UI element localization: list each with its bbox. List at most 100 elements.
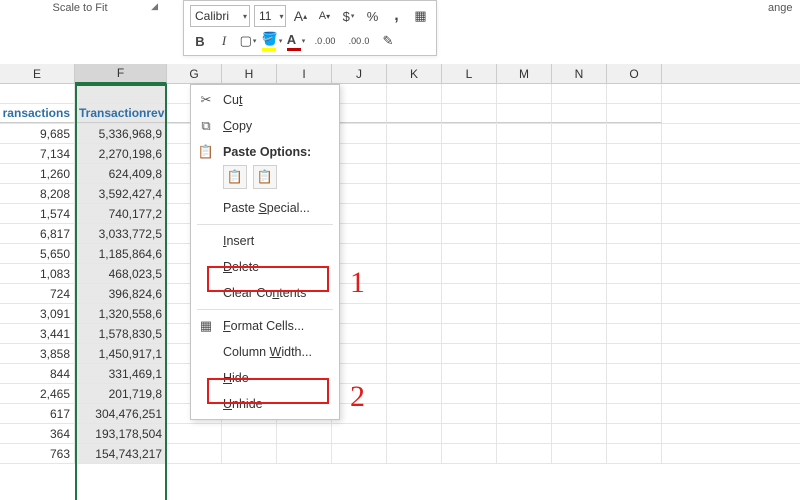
- cell[interactable]: [552, 304, 607, 323]
- cell[interactable]: [442, 224, 497, 243]
- cell[interactable]: [222, 424, 277, 443]
- cell[interactable]: [442, 324, 497, 343]
- cell[interactable]: 740,177,2: [75, 204, 167, 223]
- cell[interactable]: [552, 444, 607, 463]
- col-header-E[interactable]: E: [0, 64, 75, 83]
- cell[interactable]: [497, 444, 552, 463]
- cell[interactable]: [497, 184, 552, 203]
- menu-copy[interactable]: ⧉ Copy: [191, 113, 339, 139]
- spreadsheet-grid[interactable]: E F G H I J K L M N O ransactionsTransac…: [0, 64, 800, 500]
- cell[interactable]: 396,824,6: [75, 284, 167, 303]
- cell[interactable]: [442, 164, 497, 183]
- cell[interactable]: 5,650: [0, 244, 75, 263]
- cell[interactable]: 2,270,198,6: [75, 144, 167, 163]
- cell[interactable]: 624,409,8: [75, 164, 167, 183]
- cell[interactable]: [552, 184, 607, 203]
- cell[interactable]: [497, 204, 552, 223]
- cell[interactable]: 8,208: [0, 184, 75, 203]
- cell[interactable]: [387, 344, 442, 363]
- cell[interactable]: [497, 244, 552, 263]
- cell[interactable]: 9,685: [0, 124, 75, 143]
- cell[interactable]: 844: [0, 364, 75, 383]
- cell[interactable]: [607, 384, 662, 403]
- cell[interactable]: [387, 284, 442, 303]
- cell[interactable]: [497, 224, 552, 243]
- menu-clear-contents[interactable]: Clear Contents: [191, 280, 339, 306]
- cell[interactable]: [497, 144, 552, 163]
- cell[interactable]: [332, 304, 387, 323]
- cell[interactable]: [497, 264, 552, 283]
- cell[interactable]: [387, 144, 442, 163]
- cell[interactable]: 1,320,558,6: [75, 304, 167, 323]
- cell[interactable]: [332, 344, 387, 363]
- cell[interactable]: [442, 404, 497, 423]
- cell[interactable]: [607, 344, 662, 363]
- increase-font-button[interactable]: A▴: [290, 6, 310, 26]
- cell[interactable]: [222, 444, 277, 463]
- col-header-M[interactable]: M: [497, 64, 552, 83]
- cell[interactable]: [387, 444, 442, 463]
- cell[interactable]: [387, 384, 442, 403]
- cell[interactable]: [387, 264, 442, 283]
- cell[interactable]: 154,743,217: [75, 444, 167, 463]
- cell[interactable]: 3,592,427,4: [75, 184, 167, 203]
- cell[interactable]: [167, 424, 222, 443]
- cell[interactable]: [607, 264, 662, 283]
- cell[interactable]: [332, 104, 387, 123]
- paste-option-values[interactable]: 📋: [253, 165, 277, 189]
- cell[interactable]: [387, 164, 442, 183]
- cell[interactable]: [497, 324, 552, 343]
- cell[interactable]: [552, 224, 607, 243]
- col-header-K[interactable]: K: [387, 64, 442, 83]
- cell[interactable]: 1,450,917,1: [75, 344, 167, 363]
- cell[interactable]: [607, 404, 662, 423]
- cell[interactable]: [442, 304, 497, 323]
- cell[interactable]: [332, 184, 387, 203]
- cell[interactable]: [387, 104, 442, 123]
- cell[interactable]: 1,260: [0, 164, 75, 183]
- cell[interactable]: [387, 224, 442, 243]
- col-header-J[interactable]: J: [332, 64, 387, 83]
- cell[interactable]: [332, 204, 387, 223]
- cell[interactable]: [552, 404, 607, 423]
- col-header-L[interactable]: L: [442, 64, 497, 83]
- cell[interactable]: 201,719,8: [75, 384, 167, 403]
- menu-insert[interactable]: Insert: [191, 228, 339, 254]
- menu-paste-special[interactable]: Paste Special...: [191, 195, 339, 221]
- borders-button[interactable]: ▢▾: [238, 31, 258, 51]
- cell[interactable]: [552, 164, 607, 183]
- cell[interactable]: [332, 224, 387, 243]
- increase-decimal-button[interactable]: .0 .00: [310, 31, 340, 51]
- cell[interactable]: [442, 104, 497, 123]
- cell[interactable]: [277, 424, 332, 443]
- cell[interactable]: 2,465: [0, 384, 75, 403]
- cell[interactable]: [442, 244, 497, 263]
- percent-button[interactable]: %: [362, 6, 382, 26]
- cell[interactable]: [497, 424, 552, 443]
- cell[interactable]: [332, 444, 387, 463]
- cell[interactable]: [497, 344, 552, 363]
- col-header-O[interactable]: O: [607, 64, 662, 83]
- cell[interactable]: [552, 324, 607, 343]
- cell[interactable]: [387, 324, 442, 343]
- cell[interactable]: [552, 204, 607, 223]
- cell[interactable]: 1,083: [0, 264, 75, 283]
- cell[interactable]: [332, 424, 387, 443]
- cell[interactable]: [552, 264, 607, 283]
- cell[interactable]: [607, 304, 662, 323]
- cell[interactable]: 6,817: [0, 224, 75, 243]
- cell[interactable]: [552, 384, 607, 403]
- cell[interactable]: [442, 344, 497, 363]
- cell[interactable]: [442, 444, 497, 463]
- table-header[interactable]: ransactions: [0, 104, 75, 123]
- cell[interactable]: [497, 384, 552, 403]
- menu-delete[interactable]: Delete: [191, 254, 339, 280]
- cell[interactable]: 3,858: [0, 344, 75, 363]
- font-color-button[interactable]: A ▾: [286, 31, 306, 51]
- cell[interactable]: [552, 104, 607, 123]
- dialog-launcher-icon[interactable]: ◢: [151, 1, 158, 12]
- cell[interactable]: [387, 424, 442, 443]
- cell[interactable]: 1,578,830,5: [75, 324, 167, 343]
- menu-unhide[interactable]: Unhide: [191, 391, 339, 417]
- cell[interactable]: 331,469,1: [75, 364, 167, 383]
